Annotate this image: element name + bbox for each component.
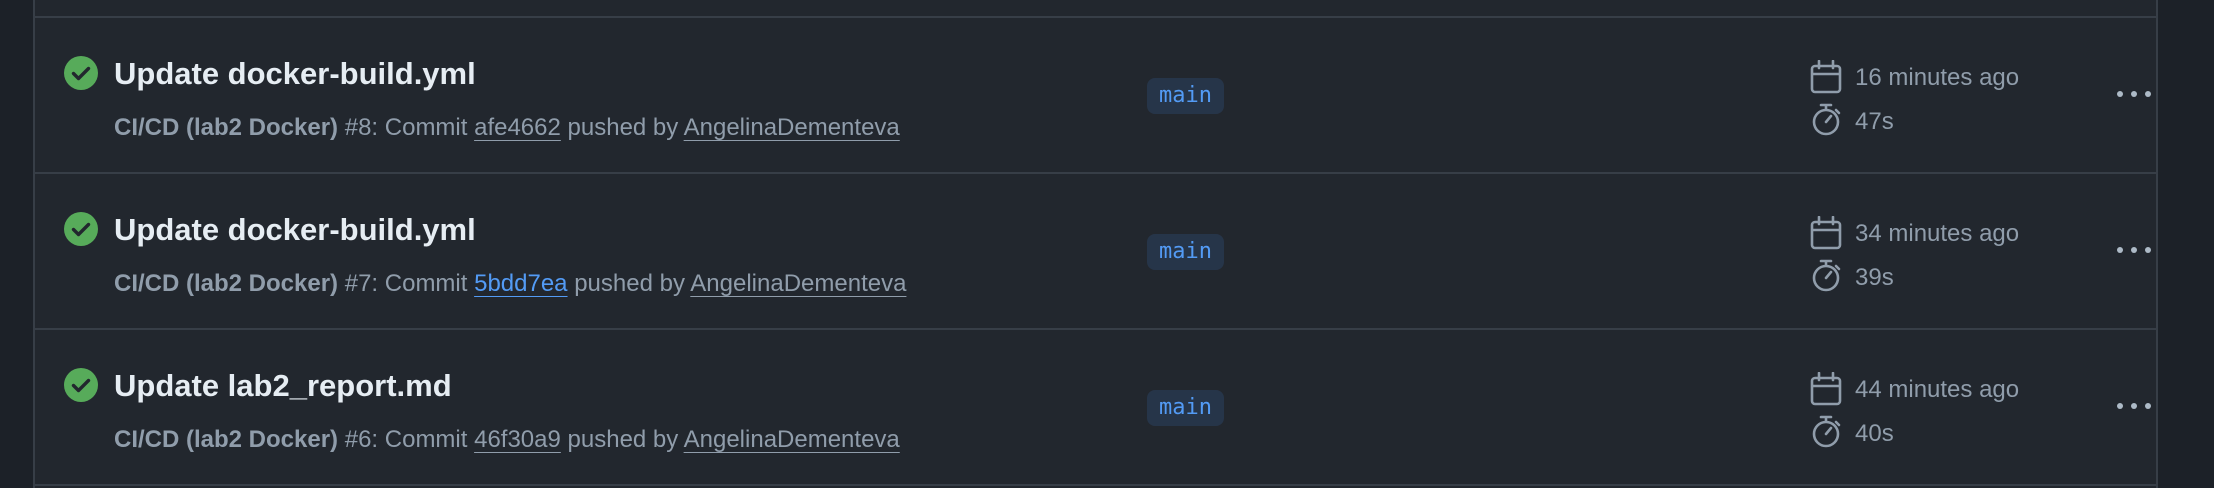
pushed-by-text: pushed by xyxy=(567,270,691,297)
branch-tag[interactable]: main xyxy=(1147,234,1224,270)
check-circle-fill-icon xyxy=(64,368,98,402)
workflow-name: CI/CD (lab2 Docker) xyxy=(114,270,339,297)
commit-sha-link[interactable]: afe4662 xyxy=(474,114,561,141)
left-gutter xyxy=(0,0,35,488)
previous-row-edge xyxy=(35,0,2156,18)
run-duration: 39s xyxy=(1855,264,1894,291)
actor-link[interactable]: AngelinaDementeva xyxy=(684,426,900,453)
workflow-run-row[interactable]: Update lab2_report.md CI/CD (lab2 Docker… xyxy=(35,330,2156,486)
run-actions-menu-button[interactable] xyxy=(2113,395,2155,419)
run-number-text: #6: Commit xyxy=(338,426,475,453)
workflow-name: CI/CD (lab2 Docker) xyxy=(114,426,339,453)
calendar-icon xyxy=(1810,371,1842,411)
commit-sha-link[interactable]: 46f30a9 xyxy=(474,426,561,453)
run-number-text: #8: Commit xyxy=(338,114,475,141)
calendar-icon xyxy=(1810,59,1842,99)
run-actions-menu-button[interactable] xyxy=(2113,83,2155,107)
branch-tag[interactable]: main xyxy=(1147,390,1224,426)
run-meta: CI/CD (lab2 Docker) #8: Commit afe4662 p… xyxy=(114,112,900,144)
pushed-by-text: pushed by xyxy=(560,114,684,141)
run-actions-menu-button[interactable] xyxy=(2113,239,2155,263)
check-circle-fill-icon xyxy=(64,56,98,90)
pushed-by-text: pushed by xyxy=(560,426,684,453)
run-meta: CI/CD (lab2 Docker) #6: Commit 46f30a9 p… xyxy=(114,424,900,456)
run-time-ago: 44 minutes ago xyxy=(1855,376,2020,403)
run-meta: CI/CD (lab2 Docker) #7: Commit 5bdd7ea p… xyxy=(114,268,906,300)
right-gutter xyxy=(2156,0,2214,488)
stopwatch-icon xyxy=(1810,258,1842,299)
workflow-run-row[interactable]: Update docker-build.yml CI/CD (lab2 Dock… xyxy=(35,174,2156,330)
stopwatch-icon xyxy=(1810,102,1842,143)
run-duration: 47s xyxy=(1855,108,1894,135)
commit-sha-link[interactable]: 5bdd7ea xyxy=(474,270,567,297)
run-time-ago: 16 minutes ago xyxy=(1855,64,2020,91)
run-title-link[interactable]: Update lab2_report.md xyxy=(114,366,452,406)
run-title-link[interactable]: Update docker-build.yml xyxy=(114,210,476,250)
calendar-icon xyxy=(1810,215,1842,255)
run-number-text: #7: Commit xyxy=(338,270,475,297)
workflow-run-row[interactable]: Update docker-build.yml CI/CD (lab2 Dock… xyxy=(35,18,2156,174)
actor-link[interactable]: AngelinaDementeva xyxy=(690,270,906,297)
stopwatch-icon xyxy=(1810,414,1842,455)
check-circle-fill-icon xyxy=(64,212,98,246)
actor-link[interactable]: AngelinaDementeva xyxy=(684,114,900,141)
branch-tag[interactable]: main xyxy=(1147,78,1224,114)
workflow-name: CI/CD (lab2 Docker) xyxy=(114,114,339,141)
run-title-link[interactable]: Update docker-build.yml xyxy=(114,54,476,94)
workflow-runs-page: Update docker-build.yml CI/CD (lab2 Dock… xyxy=(0,0,2214,488)
run-time-ago: 34 minutes ago xyxy=(1855,220,2020,247)
run-duration: 40s xyxy=(1855,420,1894,447)
